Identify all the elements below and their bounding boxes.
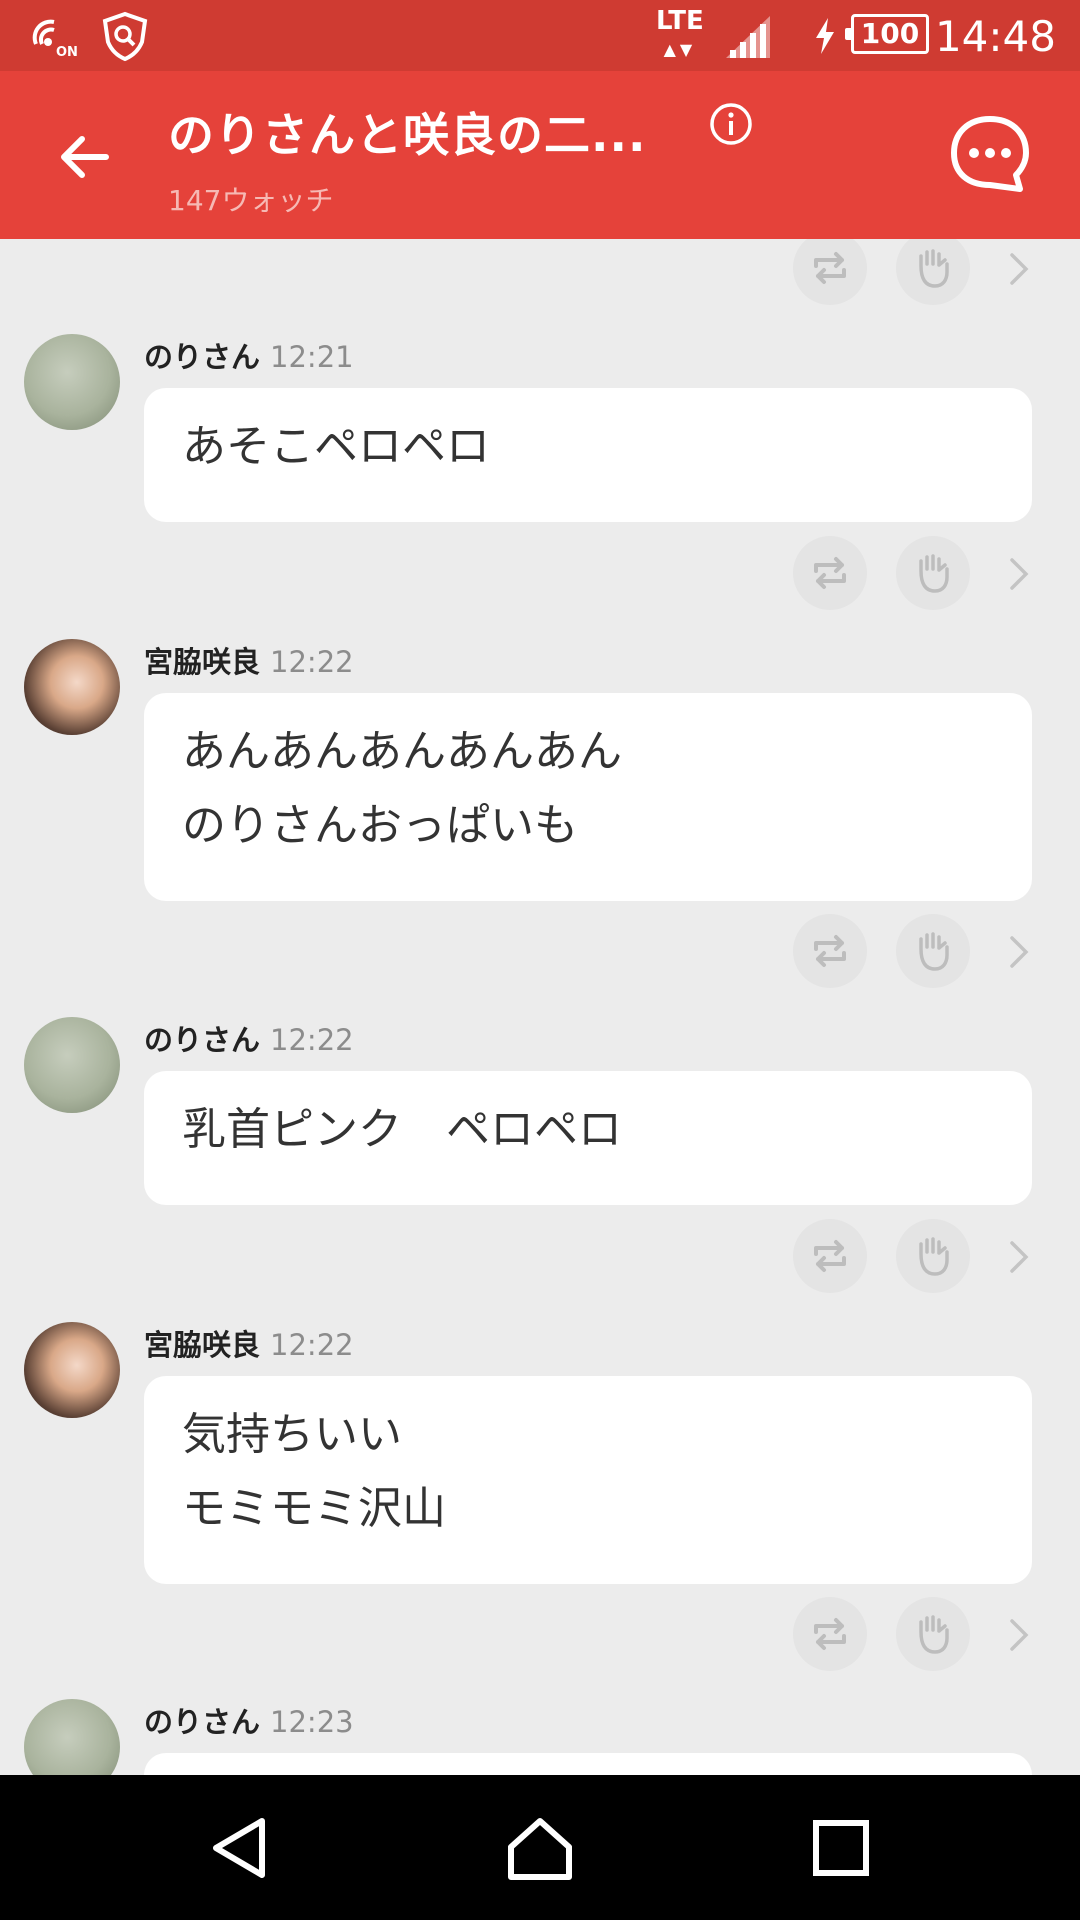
message-time: 12:22 (270, 645, 354, 679)
message-actions (0, 914, 1080, 990)
avatar[interactable] (24, 1322, 120, 1418)
chat-title: のりさんと咲良の二... (168, 108, 647, 162)
message-meta: のりさん 12:23 (144, 1699, 354, 1741)
battery-icon: 100 (845, 14, 929, 54)
clap-icon (919, 1237, 949, 1276)
clap-button[interactable] (896, 1219, 970, 1293)
message-time: 12:22 (270, 1328, 354, 1362)
sender-name: のりさん (144, 1705, 261, 1739)
chevron-right-icon[interactable] (1004, 1617, 1034, 1653)
message-actions (0, 1219, 1080, 1295)
message-meta: 宮脇咲良 12:22 (144, 639, 354, 681)
sender-name: 宮脇咲良 (144, 645, 261, 679)
back-arrow-icon[interactable] (54, 127, 114, 187)
message-time: 12:21 (270, 340, 354, 374)
comment-icon[interactable] (948, 113, 1032, 197)
message-time: 12:22 (270, 1023, 354, 1057)
message-bubble[interactable]: あんあんあんあんあん のりさんおっぱいも (144, 693, 1032, 901)
security-shield-icon (102, 11, 148, 62)
sender-name: のりさん (144, 1023, 261, 1057)
avatar[interactable] (24, 334, 120, 430)
clap-button[interactable] (896, 239, 970, 305)
message-bubble[interactable] (144, 1753, 1032, 1775)
retweet-button[interactable] (793, 536, 867, 610)
message-time: 12:23 (270, 1705, 354, 1739)
message-actions (0, 536, 1080, 612)
message-text: モミモミ沢山 (182, 1483, 446, 1534)
clap-icon (919, 554, 949, 593)
clap-icon (919, 249, 949, 288)
retweet-button[interactable] (793, 914, 867, 988)
retweet-icon (814, 1240, 846, 1272)
chevron-right-icon[interactable] (1004, 251, 1034, 287)
message-meta: のりさん 12:22 (144, 1017, 354, 1059)
system-nav-bar (0, 1775, 1080, 1920)
message-text: あんあんあんあんあん (182, 726, 622, 777)
retweet-button[interactable] (793, 239, 867, 305)
retweet-icon (814, 252, 846, 284)
message-meta: 宮脇咲良 12:22 (144, 1322, 354, 1364)
message-bubble[interactable]: 乳首ピンク ペロペロ (144, 1071, 1032, 1205)
svg-text:ON: ON (56, 45, 78, 58)
avatar[interactable] (24, 1017, 120, 1113)
clap-icon (919, 1615, 949, 1654)
avatar[interactable] (24, 639, 120, 735)
message-feed[interactable]: のりさん 12:21 あそこペロペロ 宮脇咲良 12:22 あんあんあんあんあん の… (0, 239, 1080, 1775)
charging-icon (816, 18, 834, 54)
retweet-button[interactable] (793, 1219, 867, 1293)
nav-home-icon[interactable] (505, 1813, 575, 1883)
clap-button[interactable] (896, 1597, 970, 1671)
message-text: 乳首ピンク ペロペロ (182, 1104, 622, 1155)
message-bubble[interactable]: あそこペロペロ (144, 388, 1032, 522)
retweet-icon (814, 935, 846, 967)
clap-button[interactable] (896, 536, 970, 610)
retweet-icon (814, 1618, 846, 1650)
lte-icon: LTE ▲▼ (656, 6, 704, 59)
message-text: のりさんおっぱいも (182, 800, 578, 851)
sender-name: のりさん (144, 340, 261, 374)
message-text: あそこペロペロ (182, 421, 490, 472)
message-actions (0, 239, 1080, 307)
status-bar: ON LTE ▲▼ 100 14:48 (0, 0, 1080, 71)
clock: 14:48 (934, 12, 1056, 61)
nav-back-icon[interactable] (206, 1813, 276, 1883)
nfc-on-icon: ON (32, 19, 78, 58)
message-text: 気持ちいい (182, 1409, 402, 1460)
message-bubble[interactable]: 気持ちいい モミモミ沢山 (144, 1376, 1032, 1584)
watch-count: 147ウォッチ (168, 184, 334, 217)
sender-name: 宮脇咲良 (144, 1328, 261, 1362)
clap-button[interactable] (896, 914, 970, 988)
signal-icon (726, 16, 770, 58)
message-meta: のりさん 12:21 (144, 334, 354, 376)
info-icon[interactable] (708, 101, 754, 147)
chevron-right-icon[interactable] (1004, 556, 1034, 592)
app-bar: のりさんと咲良の二... 147ウォッチ (0, 71, 1080, 239)
nav-recents-icon[interactable] (806, 1813, 876, 1883)
message-actions (0, 1597, 1080, 1673)
retweet-button[interactable] (793, 1597, 867, 1671)
chevron-right-icon[interactable] (1004, 1239, 1034, 1275)
avatar[interactable] (24, 1699, 120, 1775)
chevron-right-icon[interactable] (1004, 934, 1034, 970)
clap-icon (919, 932, 949, 971)
retweet-icon (814, 557, 846, 589)
